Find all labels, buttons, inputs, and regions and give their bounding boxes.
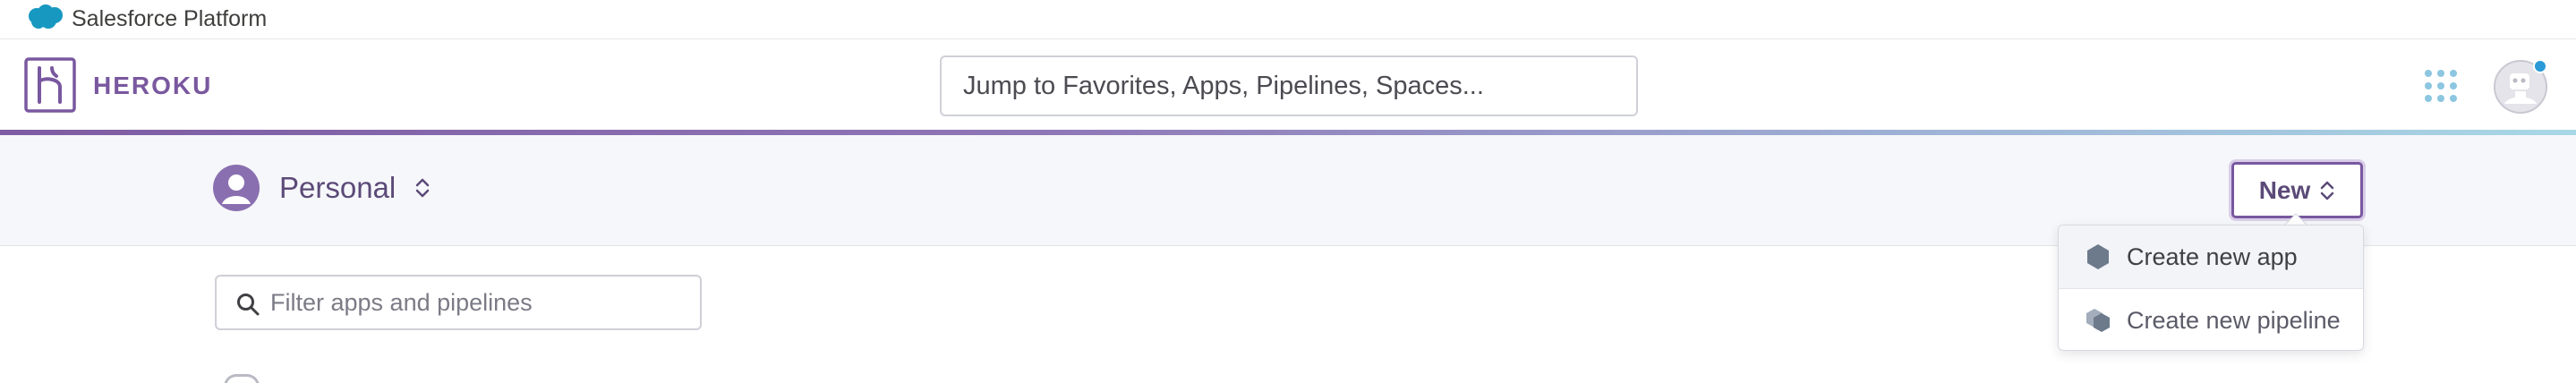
salesforce-bar: Salesforce Platform — [0, 0, 2576, 39]
account-switcher[interactable]: Personal — [213, 164, 431, 212]
menu-item-label: Create new app — [2127, 243, 2298, 270]
account-label: Personal — [279, 171, 397, 204]
pipeline-hexagons-icon — [2086, 309, 2110, 332]
new-button[interactable]: New — [2231, 162, 2363, 218]
heroku-logo-icon[interactable] — [24, 57, 76, 113]
heroku-brand[interactable]: HEROKU — [93, 72, 212, 100]
chevron-updown-icon — [416, 178, 430, 198]
new-button-label: New — [2258, 175, 2311, 204]
search-icon — [237, 294, 260, 316]
menu-item-label: Create new pipeline — [2127, 306, 2341, 334]
salesforce-title: Salesforce Platform — [72, 6, 268, 31]
apps-grid-icon[interactable] — [2424, 69, 2458, 103]
salesforce-cloud-icon — [29, 4, 63, 29]
chevron-updown-icon — [2321, 181, 2334, 200]
filter-box[interactable] — [215, 275, 702, 330]
jump-search-input[interactable] — [940, 55, 1638, 116]
new-dropdown-menu: Create new app Create new pipeline — [2058, 225, 2364, 351]
list-item-peek — [224, 374, 260, 383]
heroku-header: HEROKU — [0, 40, 2576, 130]
filter-input[interactable] — [270, 277, 691, 328]
app-hexagon-icon — [2087, 244, 2109, 269]
menu-item-create-pipeline[interactable]: Create new pipeline — [2059, 289, 2363, 352]
menu-item-create-app[interactable]: Create new app — [2059, 226, 2363, 288]
user-avatar-icon[interactable] — [2492, 57, 2549, 115]
personal-avatar-icon — [213, 165, 260, 211]
